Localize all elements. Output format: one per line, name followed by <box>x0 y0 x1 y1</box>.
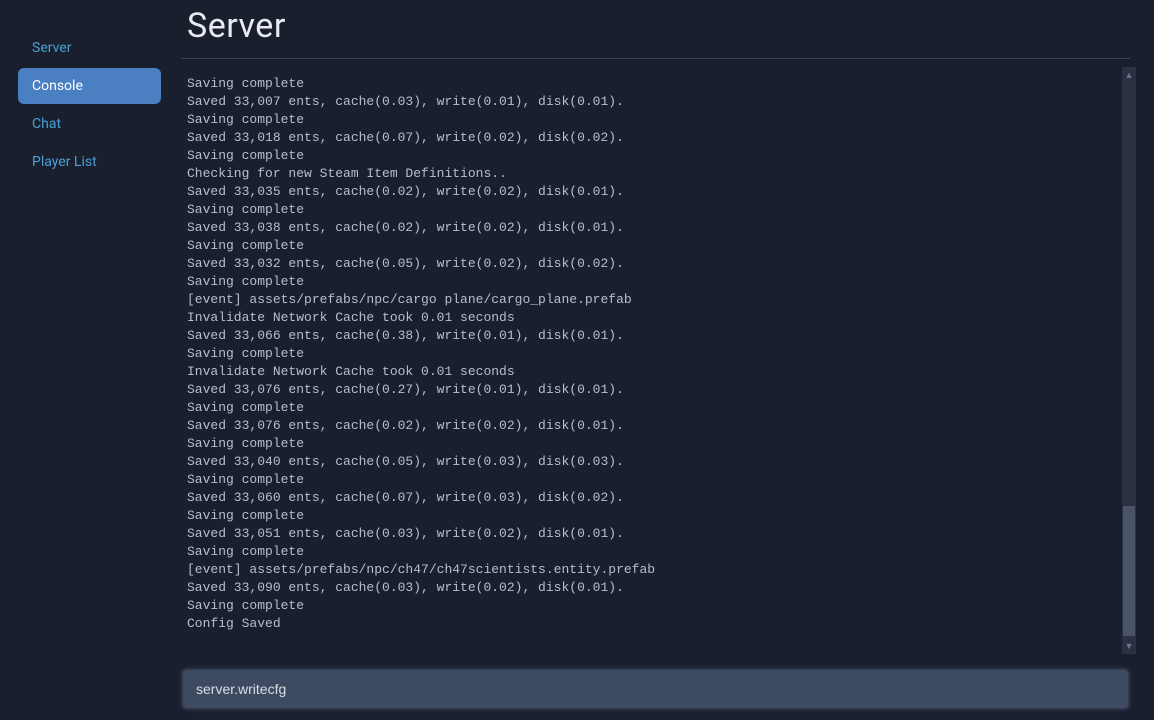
header: Server <box>175 0 1136 58</box>
sidebar-item-player-list[interactable]: Player List <box>18 144 161 180</box>
sidebar: Server Console Chat Player List <box>0 0 175 720</box>
main-content: Server Saving complete Saved 33,007 ents… <box>175 0 1154 720</box>
console-output[interactable]: Saving complete Saved 33,007 ents, cache… <box>175 67 1122 654</box>
header-divider <box>181 58 1130 59</box>
console-wrap: Saving complete Saved 33,007 ents, cache… <box>175 67 1136 654</box>
sidebar-item-server[interactable]: Server <box>18 30 161 66</box>
command-input[interactable] <box>181 668 1130 710</box>
scroll-up-arrow-icon[interactable]: ▲ <box>1122 67 1136 83</box>
scrollbar-thumb[interactable] <box>1123 506 1135 636</box>
scroll-down-arrow-icon[interactable]: ▼ <box>1122 638 1136 654</box>
command-input-row <box>175 654 1136 720</box>
scrollbar-track[interactable]: ▲ ▼ <box>1122 67 1136 654</box>
sidebar-item-chat[interactable]: Chat <box>18 106 161 142</box>
sidebar-item-console[interactable]: Console <box>18 68 161 104</box>
page-title: Server <box>187 6 1124 46</box>
